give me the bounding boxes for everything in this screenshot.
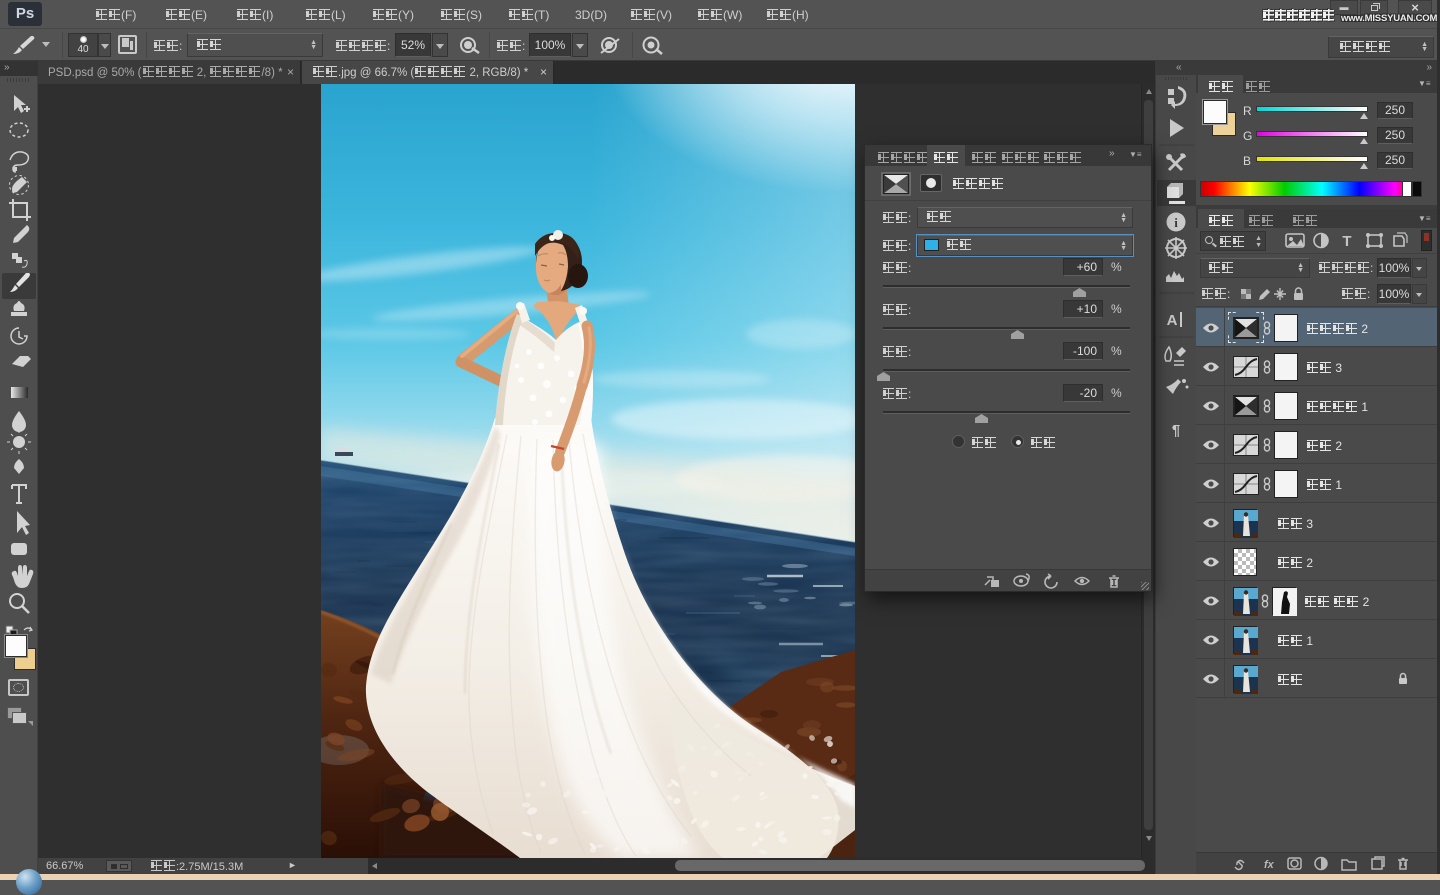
svg-text:¶: ¶ [1172,422,1180,439]
svg-text:A: A [1167,312,1178,329]
svg-text:i: i [1174,215,1178,230]
svg-text:T: T [1342,233,1351,250]
